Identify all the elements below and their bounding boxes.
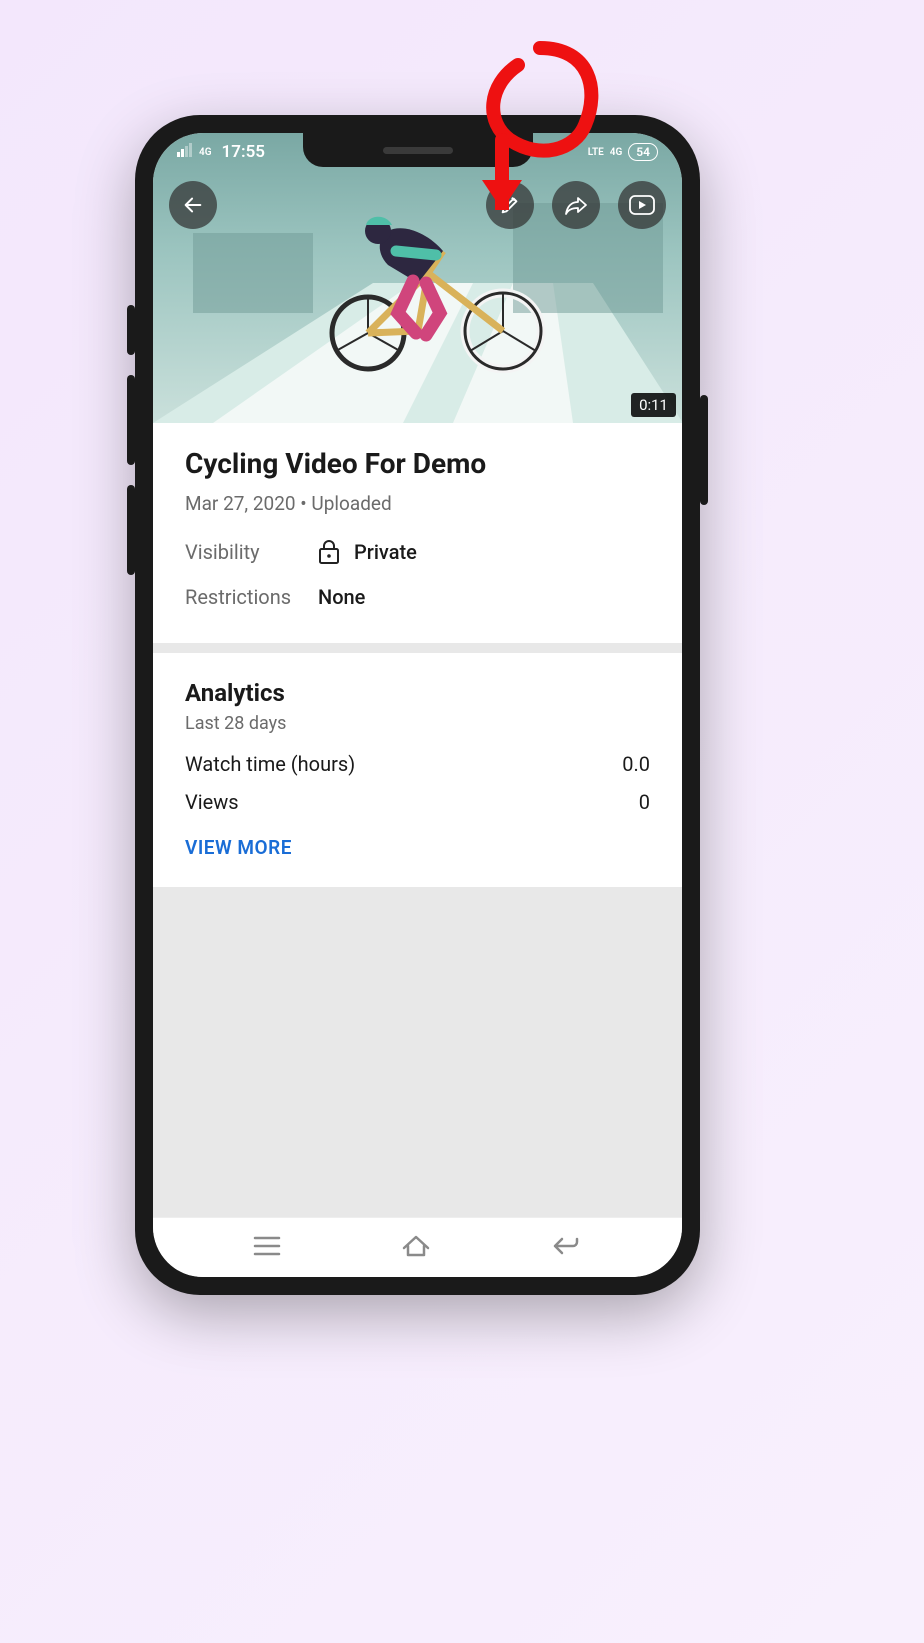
restrictions-value: None: [318, 585, 365, 609]
empty-area: [153, 887, 682, 1217]
stat-label: Views: [185, 790, 239, 814]
stat-label: Watch time (hours): [185, 752, 355, 776]
signal-label: 4G: [199, 148, 212, 157]
home-button[interactable]: [401, 1234, 431, 1262]
recent-apps-button[interactable]: [253, 1235, 281, 1261]
signal-icon: [177, 142, 193, 162]
visibility-value: Private: [354, 540, 417, 564]
restrictions-label: Restrictions: [185, 585, 290, 609]
signal-right-label: 4G: [610, 148, 623, 157]
visibility-label: Visibility: [185, 540, 290, 564]
back-button[interactable]: [169, 181, 217, 229]
duration-badge: 0:11: [631, 393, 676, 417]
back-nav-button[interactable]: [552, 1235, 582, 1261]
android-nav-bar: [153, 1217, 682, 1277]
battery-indicator: 54: [628, 143, 658, 161]
annotation-arrow: [470, 30, 610, 210]
phone-frame: 4G 17:55 LTE 4G 54: [135, 115, 700, 1295]
stat-row-views: Views 0: [185, 790, 650, 814]
youtube-button[interactable]: [618, 181, 666, 229]
video-meta: Mar 27, 2020 • Uploaded: [185, 492, 650, 515]
restrictions-row: Restrictions None: [185, 585, 650, 609]
video-title: Cycling Video For Demo: [185, 447, 650, 480]
stat-value: 0.0: [622, 752, 650, 776]
video-details-panel: Cycling Video For Demo Mar 27, 2020 • Up…: [153, 423, 682, 643]
stat-row-watch-time: Watch time (hours) 0.0: [185, 752, 650, 776]
youtube-play-icon: [629, 195, 655, 215]
lock-icon: [318, 539, 340, 565]
status-time: 17:55: [222, 142, 265, 162]
view-more-button[interactable]: VIEW MORE: [185, 836, 650, 859]
analytics-heading: Analytics: [185, 679, 650, 707]
analytics-subheading: Last 28 days: [185, 713, 650, 734]
stat-value: 0: [639, 790, 650, 814]
visibility-row: Visibility Private: [185, 539, 650, 565]
analytics-panel: Analytics Last 28 days Watch time (hours…: [153, 653, 682, 887]
back-arrow-icon: [182, 194, 204, 216]
section-divider: [153, 643, 682, 653]
phone-screen: 4G 17:55 LTE 4G 54: [153, 133, 682, 1277]
